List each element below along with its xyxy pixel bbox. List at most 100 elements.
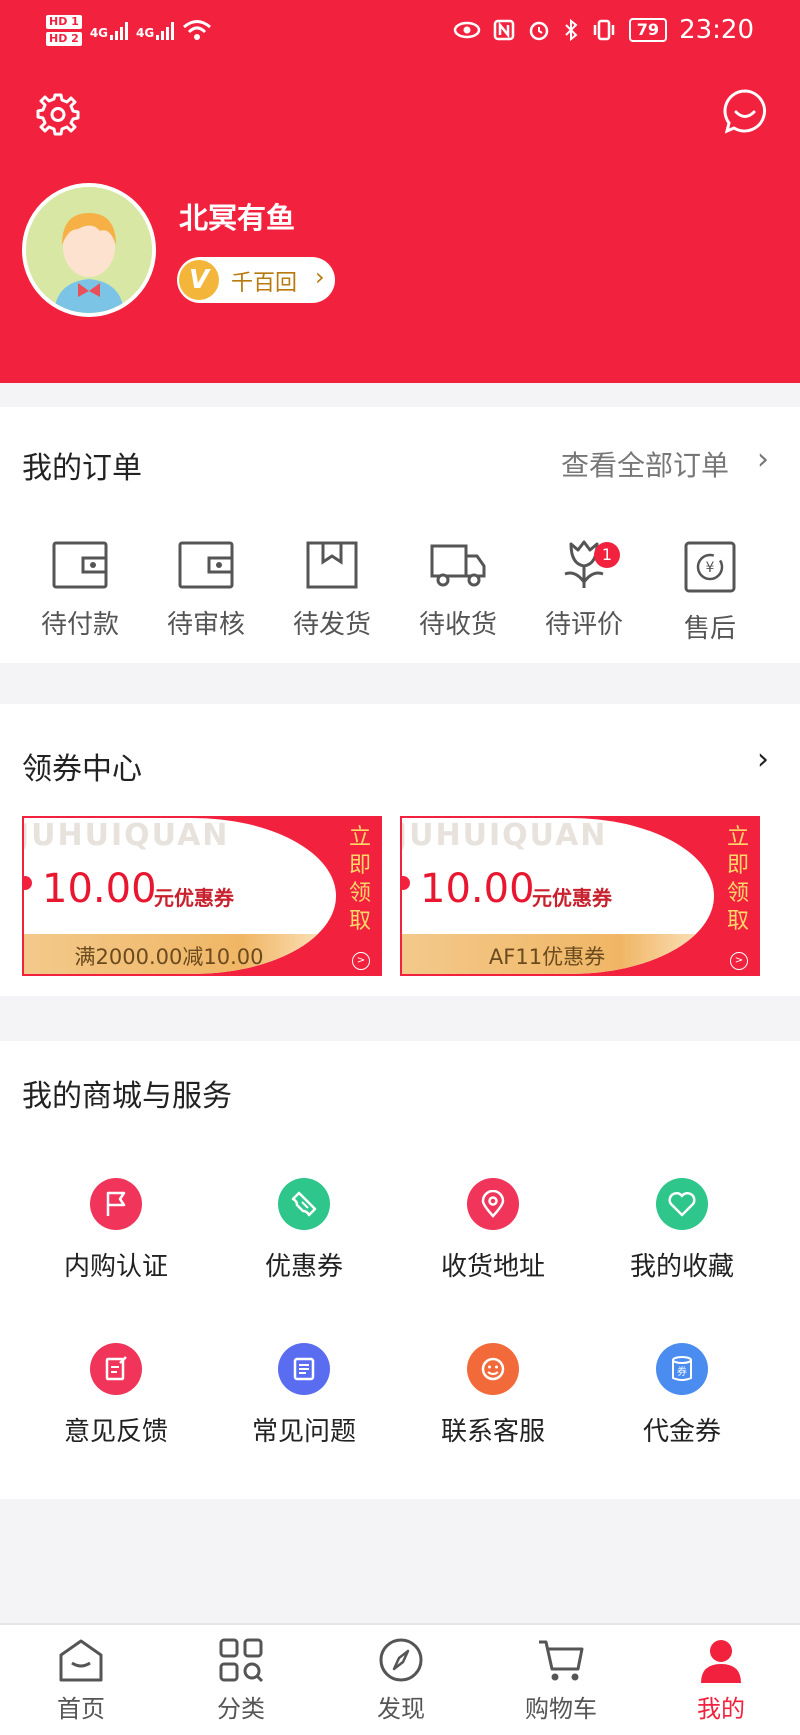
tab-label: 首页	[57, 1695, 105, 1723]
location-pin-icon	[467, 1178, 519, 1230]
chevron-right-icon[interactable]: ›	[757, 742, 769, 777]
claim-char: 领	[348, 881, 371, 906]
chevron-right-icon: ›	[757, 442, 769, 477]
service-label: 意见反馈	[63, 1417, 168, 1447]
avatar[interactable]	[22, 183, 156, 317]
order-label: 待发货	[292, 610, 371, 640]
ticket-icon	[278, 1178, 330, 1230]
coupon-body: JUHUIQUAN 10.00 元优惠券 AF11优惠券	[402, 818, 714, 974]
faq-document-icon	[278, 1343, 330, 1395]
avatar-illustration	[26, 187, 152, 313]
order-pending-shipment[interactable]: 待发货	[269, 540, 395, 641]
claim-now-button[interactable]: 立 即 领 取	[348, 824, 372, 936]
service-voucher[interactable]: 券 代金券	[587, 1343, 777, 1448]
service-label: 代金券	[642, 1417, 721, 1447]
tab-category[interactable]: 分类	[181, 1637, 301, 1724]
order-pending-comment[interactable]: 待评价	[521, 540, 647, 641]
tab-label: 发现	[377, 1695, 425, 1723]
vip-badge-icon: V	[179, 260, 219, 300]
compass-icon	[379, 1638, 423, 1682]
coupon-card-1[interactable]: JUHUIQUAN 10.00 元优惠券 满2000.00减10.00 立 即 …	[22, 816, 382, 976]
chat-bubble-icon[interactable]	[722, 88, 768, 134]
service-label: 我的收藏	[629, 1252, 734, 1282]
order-pending-review[interactable]: 待审核	[143, 540, 269, 641]
order-label: 售后	[683, 614, 736, 644]
vip-level-button[interactable]: V 千百回 ›	[177, 257, 335, 303]
signal-1: 4G	[89, 20, 129, 40]
status-bar: HD 1 HD 2 4G 4G 79 23:20	[0, 0, 800, 60]
voucher-icon: 券	[656, 1343, 708, 1395]
heart-icon	[656, 1178, 708, 1230]
coupon-card-2[interactable]: JUHUIQUAN 10.00 元优惠券 AF11优惠券 立 即 领 取 >	[400, 816, 760, 976]
bluetooth-icon	[565, 18, 578, 42]
edit-note-icon	[90, 1343, 142, 1395]
refund-icon: ¥	[684, 541, 736, 593]
service-address[interactable]: 收货地址	[398, 1178, 588, 1283]
tab-home[interactable]: 首页	[21, 1637, 141, 1724]
claim-char: 取	[348, 909, 371, 934]
coupon-watermark: JUHUIQUAN	[24, 818, 230, 853]
coupon-condition: AF11优惠券	[488, 945, 606, 969]
service-feedback[interactable]: 意见反馈	[21, 1343, 211, 1448]
voucher-glyph: 券	[677, 1365, 687, 1378]
hd-indicators: HD 1 HD 2	[46, 14, 82, 46]
wifi-icon	[183, 20, 212, 40]
claim-char: 取	[726, 909, 749, 934]
claim-char: 即	[348, 853, 371, 878]
truck-icon	[430, 544, 486, 587]
coupon-watermark: JUHUIQUAN	[402, 818, 608, 853]
service-favorites[interactable]: 我的收藏	[587, 1178, 777, 1283]
bottom-tab-bar: 首页 分类 发现 购物车 我的	[0, 1623, 800, 1735]
tab-label: 分类	[217, 1695, 265, 1723]
signal-bars-icon	[110, 20, 129, 40]
claim-char: 即	[726, 853, 749, 878]
order-pending-payment[interactable]: 待付款	[17, 540, 143, 641]
arrow-circle-icon: >	[730, 952, 748, 970]
cart-icon	[539, 1640, 584, 1681]
pending-comment-badge: 1	[594, 542, 620, 568]
chevron-right-icon: ›	[315, 263, 325, 291]
box-icon	[306, 541, 358, 589]
tab-discover[interactable]: 发现	[341, 1637, 461, 1724]
smile-icon	[467, 1343, 519, 1395]
tab-label: 我的	[697, 1695, 745, 1723]
gear-icon[interactable]	[36, 92, 80, 136]
service-label: 常见问题	[251, 1417, 356, 1447]
tab-me[interactable]: 我的	[661, 1637, 781, 1724]
coupon-unit: 元优惠券	[154, 886, 234, 910]
service-faq[interactable]: 常见问题	[209, 1343, 399, 1448]
claim-now-button[interactable]: 立 即 领 取	[726, 824, 750, 936]
service-label: 收货地址	[440, 1252, 545, 1282]
claim-char: 立	[348, 825, 371, 850]
coupon-amount: 10.00	[420, 866, 535, 912]
hd2-label: HD 2	[46, 31, 82, 46]
signal-1-label: 4G	[89, 26, 109, 40]
service-coupons[interactable]: 优惠券	[209, 1178, 399, 1283]
status-bar-right: 79 23:20	[453, 10, 754, 50]
service-internal-purchase[interactable]: 内购认证	[21, 1178, 211, 1283]
orders-title: 我的订单	[22, 451, 142, 486]
coupon-body: JUHUIQUAN 10.00 元优惠券 满2000.00减10.00	[24, 818, 336, 974]
order-label: 待付款	[40, 610, 119, 640]
tab-cart[interactable]: 购物车	[501, 1637, 621, 1724]
service-customer-support[interactable]: 联系客服	[398, 1343, 588, 1448]
signal-bars-icon	[156, 20, 175, 40]
nfc-icon	[493, 19, 515, 41]
arrow-circle-icon: >	[352, 952, 370, 970]
signal-2-label: 4G	[136, 26, 155, 40]
view-all-orders-link[interactable]: 查看全部订单	[561, 444, 729, 484]
status-bar-left: HD 1 HD 2 4G 4G	[46, 8, 212, 52]
order-label: 待审核	[166, 610, 245, 640]
order-after-sales[interactable]: ¥ 售后	[647, 540, 773, 645]
category-grid-icon	[219, 1638, 264, 1683]
claim-char: 领	[726, 881, 749, 906]
vip-level-label: 千百回	[231, 271, 298, 296]
order-label: 待收货	[418, 610, 497, 640]
order-label: 待评价	[544, 610, 623, 640]
claim-char: 立	[726, 825, 749, 850]
coupon-amount: 10.00	[42, 866, 157, 912]
wallet-icon	[52, 541, 108, 589]
user-icon	[701, 1640, 741, 1683]
order-pending-receipt[interactable]: 待收货	[395, 540, 521, 641]
service-label: 联系客服	[440, 1417, 545, 1447]
